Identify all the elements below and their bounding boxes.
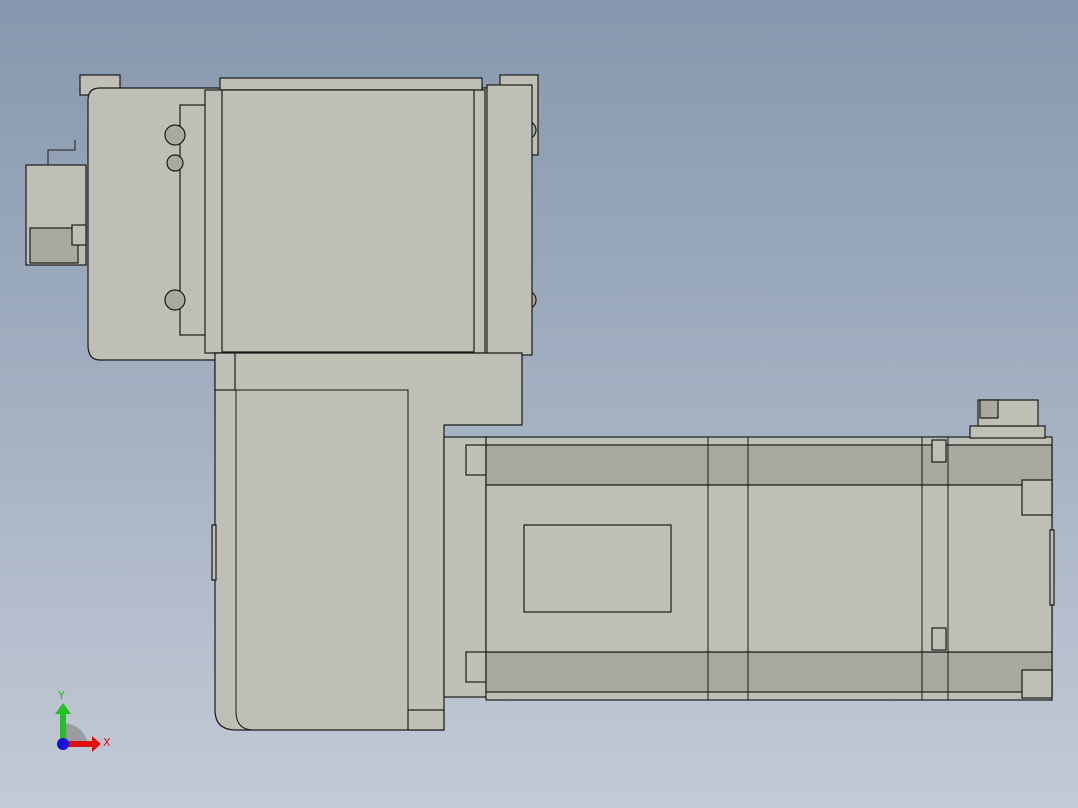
z-axis-dot <box>57 738 69 750</box>
x-axis-label: X <box>103 736 111 749</box>
x-axis-arrowhead <box>92 736 101 752</box>
axis-triad: Y X <box>55 689 111 752</box>
y-axis-arrowhead <box>55 703 71 714</box>
cad-viewport[interactable]: Y X <box>0 0 1078 808</box>
gearbox-model <box>25 74 1055 731</box>
y-axis-label: Y <box>57 689 65 702</box>
